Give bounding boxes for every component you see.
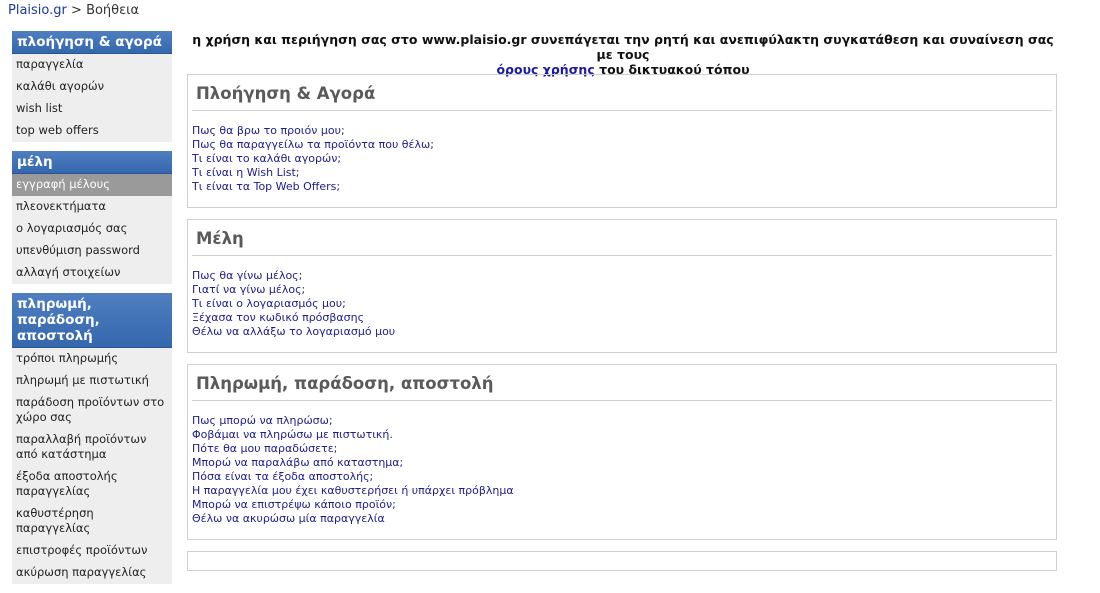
terms-notice-text: η χρήση και περιήγηση σας στο www.plaisi… bbox=[192, 32, 1054, 62]
sidebar-item-member-registration[interactable]: εγγραφή μέλους bbox=[12, 174, 172, 196]
section-title: Πληρωμή, παράδοση, αποστολή bbox=[192, 365, 1052, 401]
question-link[interactable]: Πότε θα μου παραδώσετε; bbox=[192, 442, 1052, 456]
sidebar-item-credit-card-payment[interactable]: πληρωμή με πιστωτική bbox=[12, 370, 172, 392]
question-link[interactable]: Θέλω να ακυρώσω μία παραγγελία bbox=[192, 512, 1052, 526]
sidebar-item-benefits[interactable]: πλεονεκτήματα bbox=[12, 196, 172, 218]
question-list: Πως θα γίνω μέλος; Γιατί να γίνω μέλος; … bbox=[192, 269, 1052, 352]
sidebar-item-order-cancellation[interactable]: ακύρωση παραγγελίας bbox=[12, 562, 172, 584]
question-link[interactable]: Πόσα είναι τα έξοδα αποστολής; bbox=[192, 470, 1052, 484]
section-navigation: Πλοήγηση & Αγορά Πως θα βρω το προιόν μο… bbox=[187, 74, 1057, 208]
help-sections: Πλοήγηση & Αγορά Πως θα βρω το προιόν μο… bbox=[187, 74, 1057, 582]
sidebar-group-members: μέλη εγγραφή μέλους πλεονεκτήματα ο λογα… bbox=[12, 151, 172, 284]
section-next bbox=[187, 551, 1057, 571]
question-link[interactable]: Τι είναι το καλάθι αγορών; bbox=[192, 152, 1052, 166]
question-link[interactable]: Θέλω να αλλάξω το λογαριασμό μου bbox=[192, 325, 1052, 339]
question-link[interactable]: Φοβάμαι να πληρώσω με πιστωτική. bbox=[192, 428, 1052, 442]
section-title: Πλοήγηση & Αγορά bbox=[192, 75, 1052, 111]
sidebar-heading-navigation[interactable]: πλοήγηση & αγορά bbox=[12, 31, 172, 54]
section-members: Μέλη Πως θα γίνω μέλος; Γιατί να γίνω μέ… bbox=[187, 219, 1057, 353]
sidebar-list-members: εγγραφή μέλους πλεονεκτήματα ο λογαριασμ… bbox=[12, 174, 172, 284]
sidebar-heading-members[interactable]: μέλη bbox=[12, 151, 172, 174]
question-link[interactable]: Γιατί να γίνω μέλος; bbox=[192, 283, 1052, 297]
sidebar-group-payment: πληρωμή, παράδοση, αποστολή τρόποι πληρω… bbox=[12, 293, 172, 584]
question-link[interactable]: Πως θα βρω το προιόν μου; bbox=[192, 124, 1052, 138]
question-link[interactable]: Πως θα γίνω μέλος; bbox=[192, 269, 1052, 283]
breadcrumb: Plaisio.gr > Βοήθεια bbox=[8, 3, 139, 18]
sidebar-item-store-pickup[interactable]: παραλλαβή προϊόντων από κατάστημα bbox=[12, 429, 172, 466]
sidebar-item-order-delay[interactable]: καθυστέρηση παραγγελίας bbox=[12, 503, 172, 540]
sidebar-heading-payment[interactable]: πληρωμή, παράδοση, αποστολή bbox=[12, 293, 172, 348]
sidebar-item-password-reminder[interactable]: υπενθύμιση password bbox=[12, 240, 172, 262]
sidebar-list-payment: τρόποι πληρωμής πληρωμή με πιστωτική παρ… bbox=[12, 348, 172, 584]
breadcrumb-separator: > bbox=[71, 3, 82, 18]
sidebar-group-navigation: πλοήγηση & αγορά παραγγελία καλάθι αγορώ… bbox=[12, 31, 172, 142]
breadcrumb-current: Βοήθεια bbox=[86, 3, 140, 18]
question-link[interactable]: Τι είναι ο λογαριασμός μου; bbox=[192, 297, 1052, 311]
question-link[interactable]: Τι είναι η Wish List; bbox=[192, 166, 1052, 180]
section-title: Μέλη bbox=[192, 220, 1052, 256]
question-link[interactable]: Μπορώ να παραλάβω από καταστημα; bbox=[192, 456, 1052, 470]
sidebar-item-home-delivery[interactable]: παράδοση προϊόντων στο χώρο σας bbox=[12, 392, 172, 429]
question-link[interactable]: Πως μπορώ να πληρώσω; bbox=[192, 414, 1052, 428]
question-link[interactable]: Η παραγγελία μου έχει καθυστερήσει ή υπά… bbox=[192, 484, 1052, 498]
terms-notice: η χρήση και περιήγηση σας στο www.plaisi… bbox=[190, 32, 1056, 77]
sidebar-list-navigation: παραγγελία καλάθι αγορών wish list top w… bbox=[12, 54, 172, 142]
sidebar-item-cart[interactable]: καλάθι αγορών bbox=[12, 76, 172, 98]
sidebar-item-order[interactable]: παραγγελία bbox=[12, 54, 172, 76]
question-link[interactable]: Τι είναι τα Top Web Offers; bbox=[192, 180, 1052, 194]
sidebar-item-your-account[interactable]: ο λογαριασμός σας bbox=[12, 218, 172, 240]
section-payment: Πληρωμή, παράδοση, αποστολή Πως μπορώ να… bbox=[187, 364, 1057, 540]
breadcrumb-home-link[interactable]: Plaisio.gr bbox=[8, 3, 67, 18]
question-list: Πως μπορώ να πληρώσω; Φοβάμαι να πληρώσω… bbox=[192, 414, 1052, 539]
sidebar: πλοήγηση & αγορά παραγγελία καλάθι αγορώ… bbox=[12, 31, 172, 593]
question-link[interactable]: Μπορώ να επιστρέψω κάποιο προϊόν; bbox=[192, 498, 1052, 512]
question-link[interactable]: Πως θα παραγγείλω τα προϊόντα που θέλω; bbox=[192, 138, 1052, 152]
sidebar-item-top-web-offers[interactable]: top web offers bbox=[12, 120, 172, 142]
sidebar-item-change-details[interactable]: αλλαγή στοιχείων bbox=[12, 262, 172, 284]
sidebar-item-shipping-costs[interactable]: έξοδα αποστολής παραγγελίας bbox=[12, 466, 172, 503]
question-link[interactable]: Ξέχασα τον κωδικό πρόσβασης bbox=[192, 311, 1052, 325]
sidebar-item-product-returns[interactable]: επιστροφές προϊόντων bbox=[12, 540, 172, 562]
sidebar-item-wish-list[interactable]: wish list bbox=[12, 98, 172, 120]
sidebar-item-payment-methods[interactable]: τρόποι πληρωμής bbox=[12, 348, 172, 370]
question-list: Πως θα βρω το προιόν μου; Πως θα παραγγε… bbox=[192, 124, 1052, 207]
